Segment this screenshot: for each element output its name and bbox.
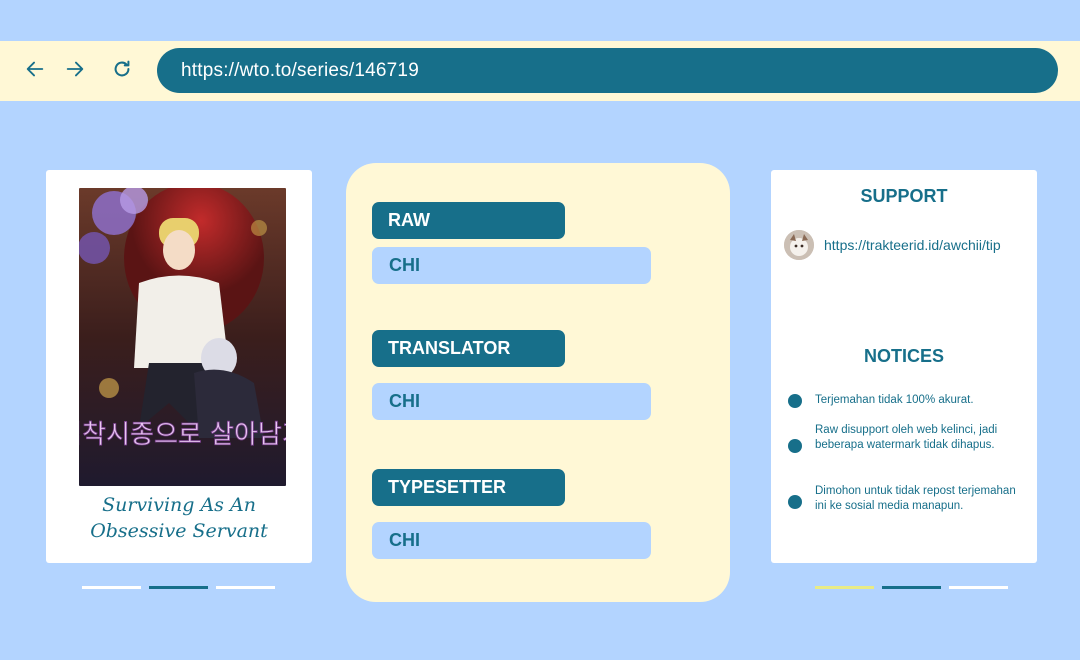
cover-title-art: 집착시종으로 살아남기 — [79, 420, 286, 450]
avatar — [784, 230, 814, 260]
reload-icon — [114, 60, 130, 77]
arrow-left-icon — [26, 61, 44, 77]
carousel-dot[interactable] — [949, 586, 1008, 589]
bullet-dot — [788, 439, 802, 453]
support-title: SUPPORT — [860, 186, 948, 206]
reload-button[interactable] — [108, 55, 136, 83]
cover-image: 집착시종으로 살아남기 — [79, 188, 286, 486]
credits-card: RAW CHI TRANSLATOR CHI TYPESETTER CHI — [346, 163, 730, 602]
notice-text: Terjemahan tidak 100% akurat. — [815, 394, 974, 406]
carousel-dot-active[interactable] — [149, 586, 208, 589]
role-label-translator: TRANSLATOR — [372, 330, 565, 367]
carousel-dot[interactable] — [815, 586, 874, 589]
cover-carousel-dots — [82, 586, 275, 590]
role-label-raw: RAW — [372, 202, 565, 239]
url-bar[interactable]: https://wto.to/series/146719 — [157, 48, 1058, 93]
support-row: https://trakteerid.id/awchii/tip — [784, 230, 1001, 260]
back-button[interactable] — [21, 55, 49, 83]
bullet-dot — [788, 394, 802, 408]
notice-text: Raw disupport oleh web kelinci, jadi beb… — [815, 424, 998, 451]
notice-item: Raw disupport oleh web kelinci, jadi beb… — [788, 423, 1028, 453]
url-text: https://wto.to/series/146719 — [181, 59, 419, 81]
carousel-dot[interactable] — [216, 586, 275, 589]
role-value-typesetter: CHI — [372, 522, 651, 559]
notice-item: Dimohon untuk tidak repost terjemahan in… — [788, 484, 1028, 514]
arrow-right-icon — [66, 61, 84, 77]
notice-text: Dimohon untuk tidak repost terjemahan in… — [815, 485, 1016, 512]
notice-item: Terjemahan tidak 100% akurat. — [788, 393, 1028, 408]
series-title-line1: Surviving As An — [102, 494, 256, 516]
series-title-line2: Obsessive Servant — [90, 520, 268, 542]
role-value-translator: CHI — [372, 383, 651, 420]
role-label-typesetter: TYPESETTER — [372, 469, 565, 506]
carousel-dot[interactable] — [82, 586, 141, 589]
carousel-dot-active[interactable] — [882, 586, 941, 589]
notices-title: NOTICES — [863, 346, 944, 366]
bullet-dot — [788, 495, 802, 509]
series-cover-card[interactable]: 집착시종으로 살아남기 Surviving As An Obsessive Se… — [46, 170, 312, 563]
role-value-raw: CHI — [372, 247, 651, 284]
info-carousel-dots — [815, 586, 1008, 590]
support-link[interactable]: https://trakteerid.id/awchii/tip — [824, 237, 1001, 253]
forward-button[interactable] — [61, 55, 89, 83]
series-title: Surviving As An Obsessive Servant — [46, 492, 312, 544]
browser-toolbar: https://wto.to/series/146719 — [0, 41, 1080, 101]
info-card: SUPPORT https://trakteerid.id/awchii/tip… — [771, 170, 1037, 563]
